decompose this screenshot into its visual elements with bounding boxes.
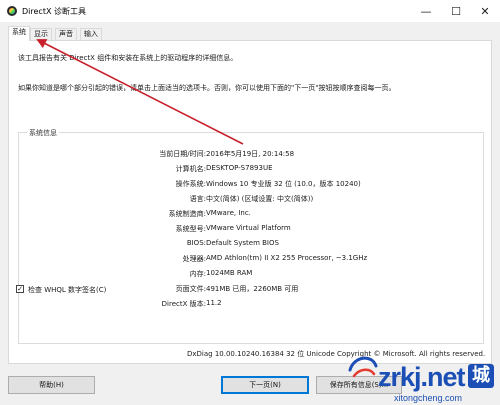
- info-row-language: 语言: 中文(简体) (区域设置: 中文(简体)): [19, 194, 485, 204]
- info-value: AMD Athlon(tm) II X2 255 Processor, ~3.1…: [206, 254, 368, 262]
- info-label: DirectX 版本:: [161, 300, 206, 308]
- info-label: BIOS:: [186, 239, 206, 247]
- info-label: 页面文件:: [175, 285, 206, 293]
- info-row-datetime: 当前日期/时间: 2016年5月19日, 20:14:58: [19, 149, 485, 159]
- tab-strip: 系统 显示 声音 输入: [0, 26, 500, 41]
- whql-checkbox[interactable]: ✓: [16, 285, 24, 293]
- info-row-os: 操作系统: Windows 10 专业版 32 位 (10.0，版本 10240…: [19, 179, 485, 189]
- info-value: 1024MB RAM: [206, 269, 253, 277]
- info-value: 491MB 已用，2260MB 可用: [206, 285, 299, 293]
- whql-checkbox-label[interactable]: 检查 WHQL 数字签名(C): [28, 285, 106, 295]
- system-info-group: 系统信息 当前日期/时间: 2016年5月19日, 20:14:58 计算机名:…: [18, 128, 485, 344]
- info-label: 系统制造商:: [168, 210, 206, 218]
- info-row-manufacturer: 系统制造商: VMware, Inc.: [19, 209, 485, 219]
- directx-app-icon: [7, 6, 17, 16]
- tab-display[interactable]: 显示: [30, 28, 52, 40]
- info-value: 11.2: [206, 299, 222, 307]
- info-value: 中文(简体) (区域设置: 中文(简体)): [206, 195, 314, 203]
- info-row-directx-version: DirectX 版本: 11.2: [19, 299, 485, 309]
- info-value: Windows 10 专业版 32 位 (10.0，版本 10240): [206, 180, 361, 188]
- info-row-memory: 内存: 1024MB RAM: [19, 269, 485, 279]
- info-row-bios: BIOS: Default System BIOS: [19, 239, 485, 249]
- tab-sound[interactable]: 声音: [55, 28, 77, 40]
- info-value: VMware, Inc.: [206, 209, 251, 217]
- watermark-swirl-icon: [348, 356, 378, 378]
- info-label: 内存:: [189, 270, 206, 278]
- info-value: 2016年5月19日, 20:14:58: [206, 150, 295, 158]
- system-tab-panel: 该工具报告有关 DirectX 组件和安装在系统上的驱动程序的详细信息。 如果你…: [8, 40, 492, 364]
- info-row-processor: 处理器: AMD Athlon(tm) II X2 255 Processor,…: [19, 254, 485, 264]
- maximize-button[interactable]: ☐: [441, 0, 471, 22]
- watermark-logo-text: zrkj.net: [378, 362, 466, 392]
- intro-text: 该工具报告有关 DirectX 组件和安装在系统上的驱动程序的详细信息。: [18, 54, 238, 62]
- info-value: VMware Virtual Platform: [206, 224, 291, 232]
- close-button[interactable]: ✕: [470, 0, 500, 22]
- site-watermark: zrkj.net 城 xitongcheng.com: [344, 340, 500, 405]
- minimize-button[interactable]: —: [411, 0, 441, 22]
- info-value: DESKTOP-S7893UE: [206, 164, 273, 172]
- title-bar: DirectX 诊断工具 — ☐ ✕: [0, 0, 500, 22]
- system-info-legend: 系统信息: [27, 128, 59, 138]
- next-page-button[interactable]: 下一页(N): [221, 376, 309, 394]
- info-label: 当前日期/时间:: [159, 150, 206, 158]
- watermark-badge: 城: [468, 364, 494, 388]
- info-label: 语言:: [189, 195, 206, 203]
- tab-system[interactable]: 系统: [8, 26, 30, 41]
- info-row-model: 系统型号: VMware Virtual Platform: [19, 224, 485, 234]
- help-button[interactable]: 帮助(H): [8, 376, 95, 394]
- info-label: 计算机名:: [175, 165, 206, 173]
- instruction-text: 如果你知道是哪个部分引起的错误，请单击上面适当的选项卡。否则，你可以使用下面的"…: [18, 84, 396, 92]
- info-value: Default System BIOS: [206, 239, 279, 247]
- info-label: 处理器:: [182, 255, 206, 263]
- info-label: 系统型号:: [175, 225, 206, 233]
- watermark-subtext: xitongcheng.com: [394, 393, 463, 403]
- tab-input[interactable]: 输入: [80, 28, 102, 40]
- info-label: 操作系统:: [175, 180, 206, 188]
- window-title: DirectX 诊断工具: [22, 7, 86, 16]
- info-row-computer-name: 计算机名: DESKTOP-S7893UE: [19, 164, 485, 174]
